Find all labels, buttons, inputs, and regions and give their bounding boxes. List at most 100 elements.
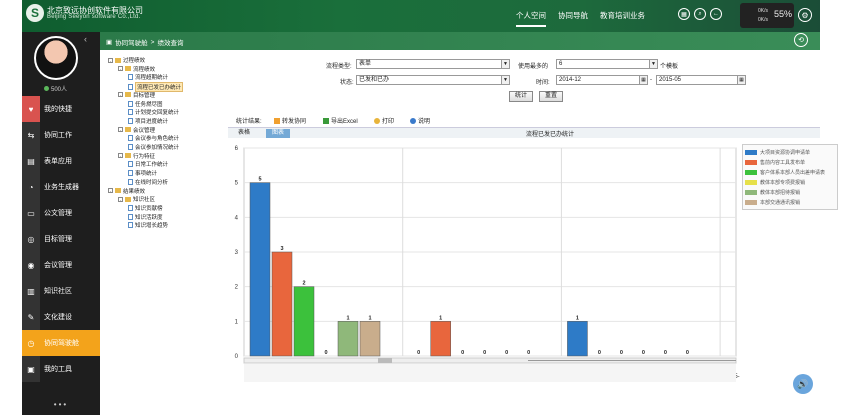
back-arrow-icon[interactable]: ← <box>710 8 722 20</box>
sidebar-item-form[interactable]: ▤ 表单应用 <box>22 148 100 174</box>
stat-button[interactable]: 统计 <box>509 91 533 102</box>
breadcrumb-cockpit[interactable]: 协同驾驶舱 <box>115 37 148 47</box>
legend-item[interactable]: 教体本部招待报销 <box>745 187 835 197</box>
tree-node-label: 知识增长趋势 <box>135 223 169 230</box>
legend-item[interactable]: 售前内容工具发布单 <box>745 157 835 167</box>
chevron-down-icon: ▼ <box>649 60 657 68</box>
forward-button[interactable]: 转发协同 <box>274 116 306 125</box>
print-label: 打印 <box>382 119 395 125</box>
bar <box>359 321 381 357</box>
print-button[interactable]: 打印 <box>374 116 394 125</box>
tree-node[interactable]: 会议参加情况统计 <box>128 143 179 151</box>
more-icon[interactable]: ••• <box>22 400 100 409</box>
tree-node[interactable]: 项目进度统计 <box>128 117 168 125</box>
tree-node-label: 计划提交回复统计 <box>135 110 180 117</box>
y-tick-label: 4 <box>235 215 239 221</box>
help-button[interactable]: 说明 <box>410 116 430 125</box>
most-used-label: 使用最多的 <box>518 64 549 70</box>
expand-toggle-icon[interactable]: - <box>108 188 113 193</box>
tree-node[interactable]: 知识活跃度 <box>128 213 163 221</box>
folder-icon <box>125 92 131 98</box>
tree-node[interactable]: - 会议管理 <box>118 126 155 134</box>
sidebar-item-cockpit[interactable]: ◷ 协同驾驶舱 <box>22 330 100 356</box>
expand-toggle-icon[interactable]: - <box>118 127 123 133</box>
search-icon[interactable]: ⌕ <box>694 8 706 20</box>
tree-node[interactable]: - 结果绩效 <box>108 187 145 195</box>
status-select[interactable]: 已发和已办 ▼ <box>356 75 510 85</box>
legend-item[interactable]: 本部交通通讯报销 <box>745 197 835 207</box>
bar-value-label: 1 <box>439 315 442 321</box>
chart-scroll-thumb[interactable] <box>378 358 392 363</box>
speaker-icon[interactable]: 🔊 <box>793 374 813 394</box>
legend-item[interactable]: 大项目资源协调申请单 <box>745 147 835 157</box>
tree-node[interactable]: - 流程绩效 <box>118 65 155 73</box>
company-name-en: Beijing Seeyon software Co.,Ltd. <box>47 14 141 20</box>
nav-edu-training[interactable]: 教育培训业务 <box>600 10 645 27</box>
time-from-input[interactable]: 2014-12 ▦ <box>556 75 648 85</box>
expand-toggle-icon[interactable]: - <box>118 66 123 72</box>
tree-node-label: 目标管理 <box>133 92 156 99</box>
sidebar-item-tools[interactable]: ▣ 我的工具 <box>22 356 100 382</box>
sidebar-item-culture[interactable]: ✎ 文化建设 <box>22 304 100 330</box>
sidebar-item-book[interactable]: ▥ 知识社区 <box>22 278 100 304</box>
apps-grid-icon[interactable]: ▦ <box>678 8 690 20</box>
tree-node[interactable]: 会议参与角色统计 <box>128 134 179 142</box>
expand-toggle-icon[interactable]: - <box>118 153 123 159</box>
expand-toggle-icon[interactable]: - <box>118 92 123 98</box>
expand-toggle-icon[interactable]: - <box>108 57 113 63</box>
export-excel-button[interactable]: 导出Excel <box>323 116 358 125</box>
nav-collab-navigation[interactable]: 协同导航 <box>558 10 588 27</box>
sidebar-item-label: 公文管理 <box>44 210 72 217</box>
document-icon <box>128 178 133 185</box>
sidebar-item-doc[interactable]: ▭ 公文管理 <box>22 200 100 226</box>
tree-node[interactable]: 事项统计 <box>128 169 157 177</box>
time-separator: - <box>650 77 652 83</box>
expand-toggle-icon[interactable]: - <box>118 196 123 202</box>
tree-node[interactable]: 任务燃尽图 <box>128 100 163 108</box>
tab-chart[interactable]: 图表 <box>266 129 291 138</box>
sidebar-item-pie[interactable]: ◔ 业务生成器 <box>22 174 100 200</box>
tree-node[interactable]: 知识贡献榜 <box>128 204 163 212</box>
chart-svg: 01234562014-125320112015-010100002015-02… <box>235 146 740 382</box>
heart-icon: ♥ <box>22 96 40 122</box>
sidebar-item-heart[interactable]: ♥ 我的快捷 <box>22 96 100 122</box>
tree-node[interactable]: 知识增长趋势 <box>128 221 168 229</box>
y-tick-label: 0 <box>235 354 239 360</box>
sidebar-nav: ♥ 我的快捷 ⇆ 协同工作 ▤ 表单应用 ◔ 业务生成器 ▭ 公文管理 ◎ 目标管理 ◉ 会议管理 ▥ 知识社… <box>22 96 100 409</box>
most-used-select[interactable]: 6 ▼ <box>556 59 658 69</box>
nav-personal-space[interactable]: 个人空间 <box>516 10 546 27</box>
reset-button[interactable]: 重置 <box>539 91 563 102</box>
tree-node[interactable]: 在线时间分析 <box>128 178 168 186</box>
cockpit-icon: ◷ <box>22 330 40 356</box>
sidebar-item-label: 文化建设 <box>44 314 72 321</box>
user-avatar[interactable] <box>34 36 78 80</box>
calendar-icon[interactable]: ▦ <box>737 76 745 84</box>
sidebar-item-target[interactable]: ◎ 目标管理 <box>22 226 100 252</box>
tree-node[interactable]: - 目标管理 <box>118 91 155 99</box>
settings-icon[interactable]: ⚙ <box>798 8 812 22</box>
calendar-icon[interactable]: ▦ <box>639 76 647 84</box>
y-tick-label: 2 <box>235 285 239 291</box>
tree-node[interactable]: 流程超期统计 <box>128 73 168 81</box>
legend-item[interactable]: 教体本部专项费报销 <box>745 177 835 187</box>
legend-item[interactable]: 客户体系本部人员出差申请表 <box>745 167 835 177</box>
collapse-sidebar-icon[interactable]: ‹ <box>84 34 87 44</box>
sidebar-item-meeting[interactable]: ◉ 会议管理 <box>22 252 100 278</box>
tree-node[interactable]: - 过程绩效 <box>108 56 145 64</box>
sidebar-item-flow[interactable]: ⇆ 协同工作 <box>22 122 100 148</box>
tree-node[interactable]: 日常工作统计 <box>128 160 168 168</box>
bar-value-label: 5 <box>258 177 261 183</box>
flow-type-select[interactable]: 表单 ▼ <box>356 59 510 69</box>
user-score: 500人 <box>44 84 67 93</box>
sidebar-item-label: 知识社区 <box>44 288 72 295</box>
bar-value-label: 0 <box>483 350 486 356</box>
tab-table[interactable]: 表格 <box>232 129 256 138</box>
document-icon <box>128 222 133 229</box>
sidebar-item-label: 协同工作 <box>44 132 72 139</box>
tree-node[interactable]: 计划提交回复统计 <box>128 108 179 116</box>
refresh-icon[interactable]: ⟲ <box>794 33 808 47</box>
time-to-input[interactable]: 2015-05 ▦ <box>656 75 746 85</box>
tree-node[interactable]: - 知识社区 <box>118 195 155 203</box>
tree-node-label: 知识贡献榜 <box>135 205 163 212</box>
tree-node[interactable]: - 行为特征 <box>118 152 155 160</box>
